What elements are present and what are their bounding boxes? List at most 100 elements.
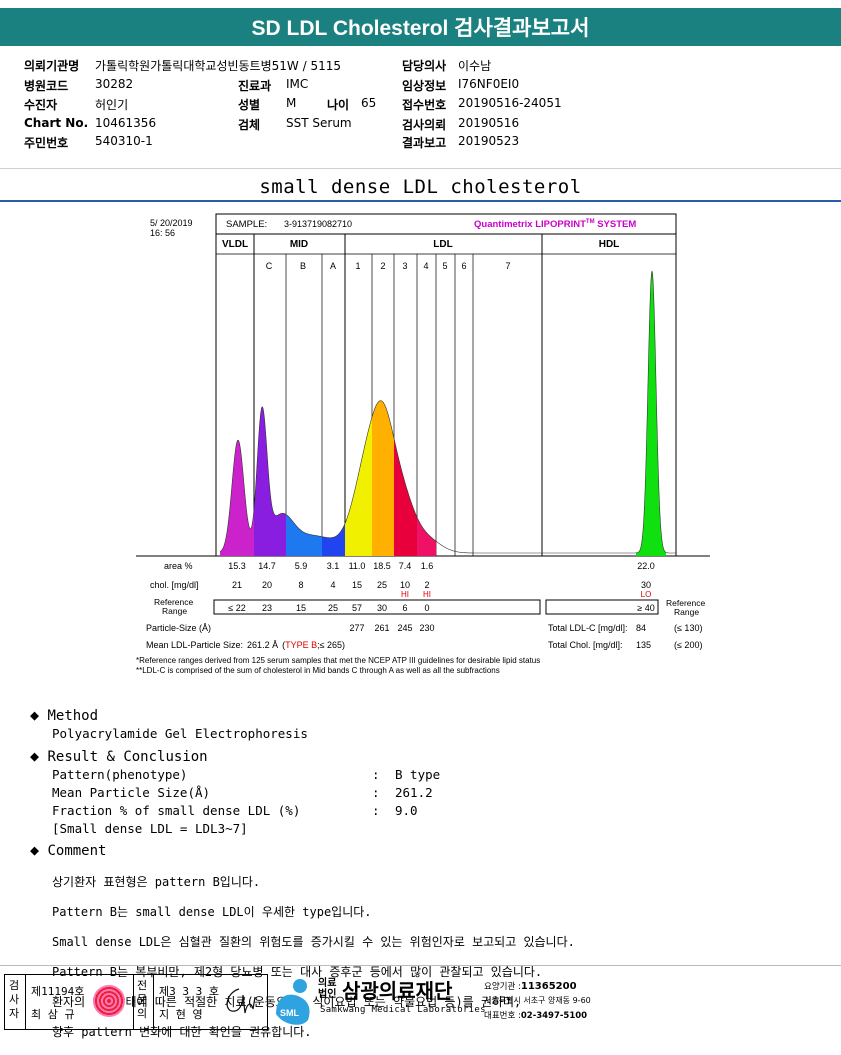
chol-value: 21 <box>232 580 242 590</box>
specimen-value: SST Serum <box>286 116 352 130</box>
area-value: 18.5 <box>373 561 391 571</box>
chart-label: Chart No. <box>24 116 89 130</box>
mid-band-label: A <box>330 261 336 271</box>
ref-value: 30 <box>377 603 387 613</box>
svg-text:SML: SML <box>280 1008 300 1018</box>
chol-value: 25 <box>377 580 387 590</box>
result-colon-1: : <box>372 767 380 782</box>
ldl-band-label: 4 <box>423 261 428 271</box>
method-text: Polyacrylamide Gel Electrophoresis <box>52 726 308 741</box>
clinical-label: 임상정보 <box>402 79 447 93</box>
print-time: 16: 56 <box>150 228 175 238</box>
specialist-label: 전문의 <box>136 979 148 1020</box>
area-row-label: area % <box>164 561 193 571</box>
sex-label: 성별 <box>238 98 261 112</box>
rrn-value: 540310-1 <box>95 134 153 148</box>
diamond-icon: ◆ <box>30 841 40 859</box>
brand-name: Quantimetrix LIPOPRINTTM SYSTEM <box>474 219 636 230</box>
specialist-no: 제3 3 3 호 <box>159 985 219 998</box>
examiner-label: 검사자 <box>8 979 20 1020</box>
footnote-2: **LDL-C is comprised of the sum of chole… <box>136 666 500 675</box>
footnote-1: *Reference ranges derived from 125 serum… <box>136 656 540 665</box>
ref-value: 0 <box>424 603 429 613</box>
report-title: SD LDL Cholesterol 검사결과보고서 <box>0 8 841 46</box>
chol-value: 8 <box>298 580 303 590</box>
comment-line: Pattern B는 small dense LDL이 우세한 type입니다. <box>52 905 372 919</box>
specimen-label: 검체 <box>238 118 261 132</box>
institution-label: 의뢰기관명 <box>24 59 80 73</box>
org-name: 삼광의료재단 <box>342 979 453 1003</box>
examiner-no: 제11194호 <box>31 985 85 998</box>
org-code: 요양기관 :11365200 <box>484 981 577 992</box>
comment-line: 상기환자 표현형은 pattern B입니다. <box>52 875 261 889</box>
diamond-icon: ◆ <box>30 706 40 724</box>
sex-value: M <box>286 96 297 110</box>
request-date: 20190516 <box>458 116 520 130</box>
age-label: 나이 <box>327 98 350 112</box>
ldl-band-label: 7 <box>505 261 510 271</box>
result-note: [Small dense LDL = LDL3~7] <box>52 821 248 836</box>
particle-size-value: 261 <box>374 623 389 633</box>
ref-value: 23 <box>262 603 272 613</box>
ldl-band-label: 1 <box>355 261 360 271</box>
ref-value: 57 <box>352 603 362 613</box>
rrn-label: 주민번호 <box>24 136 69 150</box>
area-value: 14.7 <box>258 561 276 571</box>
particle-size-value: 230 <box>419 623 434 633</box>
chol-row-label: chol. [mg/dl] <box>150 580 199 590</box>
accession-value: 20190516-24051 <box>458 96 562 110</box>
chol-value: 10 <box>400 580 410 590</box>
area-value: 3.1 <box>327 561 340 571</box>
band-group-label: MID <box>290 239 308 250</box>
particle-size-value: 245 <box>397 623 412 633</box>
print-date: 5/ 20/2019 <box>150 218 193 228</box>
ldl-band-label: 3 <box>402 261 407 271</box>
ref-value: 25 <box>328 603 338 613</box>
ldl-band-label: 5 <box>442 261 447 271</box>
hdl-area-value: 22.0 <box>637 561 655 571</box>
area-value: 5.9 <box>295 561 308 571</box>
title-underline <box>0 200 841 202</box>
specialist-name: 지 현 영 <box>159 1008 203 1021</box>
mid-band-label: C <box>266 261 273 271</box>
comment-line: Small dense LDL은 심혈관 질환의 위험도를 증가시킬 수 있는 … <box>52 935 575 949</box>
chol-value: 15 <box>352 580 362 590</box>
method-heading: ◆ Method <box>30 706 99 724</box>
total-ldl-label: Total LDL-C [mg/dl]: <box>548 623 628 633</box>
result-heading: ◆ Result & Conclusion <box>30 747 208 765</box>
ref-value: ≤ 22 <box>228 603 245 613</box>
total-ldl-value: 84 <box>636 623 646 633</box>
lipoprint-chart: 5/ 20/2019 16: 56 SAMPLE: 3-913719082710… <box>136 212 710 680</box>
chol-value: 4 <box>330 580 335 590</box>
report-date: 20190523 <box>458 134 520 148</box>
result-value-2: 261.2 <box>395 785 433 800</box>
ldl-band-label: 6 <box>461 261 466 271</box>
ref-value: 6 <box>402 603 407 613</box>
signature-image <box>226 988 256 1014</box>
diamond-icon: ◆ <box>30 747 40 765</box>
age-value: 65 <box>361 96 377 110</box>
org-type: 의료 법인 <box>318 978 337 1000</box>
examiner-name: 최 삼 규 <box>31 1008 75 1021</box>
result-label-3: Fraction % of small dense LDL (%) <box>52 803 301 818</box>
doctor-label: 담당의사 <box>402 59 447 73</box>
request-label: 검사의뢰 <box>402 118 447 132</box>
footer-divider <box>0 965 841 966</box>
particle-size-value: 277 <box>349 623 364 633</box>
flag-hdl: LO <box>641 590 652 599</box>
total-chol-ref: (≤ 200) <box>674 640 702 650</box>
band-group-label: HDL <box>599 239 620 250</box>
report-label: 결과보고 <box>402 136 447 150</box>
sample-id: 3-913719082710 <box>284 219 352 229</box>
graph-title: small dense LDL cholesterol <box>259 176 582 198</box>
chol-value: 2 <box>424 580 429 590</box>
area-value: 11.0 <box>349 561 366 571</box>
band-group-label: VLDL <box>222 239 248 250</box>
org-address: 서울특별시 서초구 양재동 9-60 <box>484 996 591 1005</box>
area-value: 7.4 <box>399 561 412 571</box>
examiner-seal <box>93 985 125 1017</box>
total-chol-label: Total Chol. [mg/dl]: <box>548 640 623 650</box>
accession-label: 접수번호 <box>402 98 447 112</box>
clinical-value: I76NF0EI0 <box>458 77 520 91</box>
dept-label: 진료과 <box>238 79 272 93</box>
